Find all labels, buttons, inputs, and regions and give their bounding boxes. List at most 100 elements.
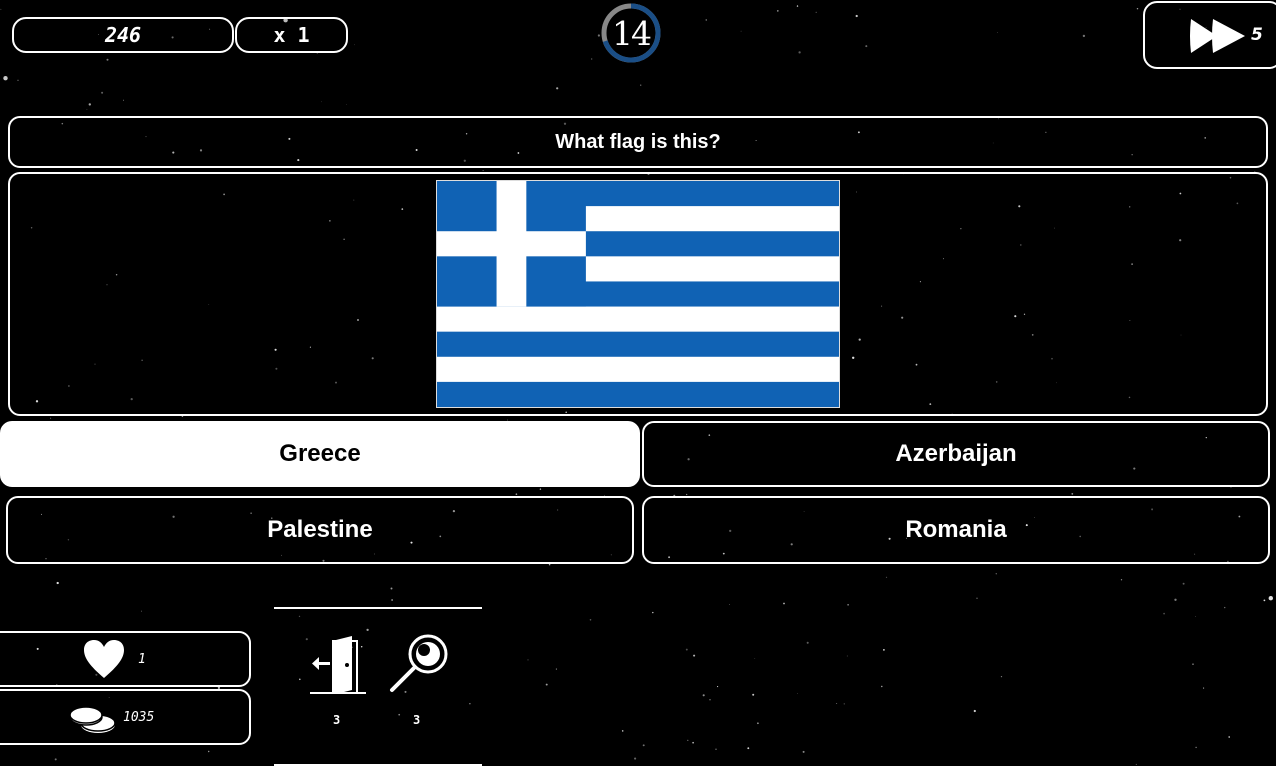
- star: [391, 599, 393, 601]
- answer-label: Romania: [905, 516, 1007, 543]
- star: [705, 19, 707, 21]
- star: [591, 58, 593, 60]
- star: [752, 693, 755, 696]
- star: [1192, 663, 1194, 665]
- star: [390, 587, 393, 590]
- star: [0, 8, 2, 10]
- star: [797, 693, 799, 695]
- star: [885, 576, 888, 578]
- star: [709, 698, 711, 701]
- star: [1163, 612, 1165, 615]
- star: [815, 11, 817, 14]
- star: [855, 14, 858, 18]
- star: [1263, 599, 1266, 602]
- score-value: 246: [104, 23, 142, 47]
- multiplier-value: x 1: [273, 23, 310, 47]
- star: [783, 602, 785, 605]
- star: [298, 615, 301, 618]
- star: [1268, 596, 1274, 601]
- star: [366, 628, 369, 632]
- star: [88, 103, 91, 106]
- star: [1195, 746, 1197, 749]
- star: [548, 563, 551, 566]
- score-display: 246: [12, 17, 234, 53]
- star: [398, 713, 401, 716]
- fast-forward-icon: [1190, 19, 1245, 53]
- star: [640, 84, 642, 86]
- star: [1135, 763, 1137, 765]
- star: [54, 758, 57, 761]
- star: [1082, 34, 1086, 38]
- greece-flag-image: [436, 180, 840, 408]
- star: [589, 619, 592, 621]
- star: [56, 581, 59, 585]
- exit-powerup-count: 3: [333, 713, 341, 727]
- star: [729, 604, 730, 605]
- magnifier-icon: [390, 634, 448, 692]
- star: [1136, 7, 1139, 10]
- star: [527, 659, 529, 661]
- game-screen: 246 x 1 14 5 What flag is this? Greece A…: [0, 0, 1276, 766]
- countdown-timer: 14: [600, 2, 662, 64]
- star: [687, 739, 689, 742]
- star: [556, 87, 559, 90]
- star: [140, 610, 143, 612]
- star: [1174, 598, 1177, 601]
- star: [995, 573, 997, 575]
- star: [1203, 687, 1205, 689]
- star: [346, 104, 348, 105]
- star: [847, 603, 849, 606]
- star: [555, 668, 557, 670]
- star: [806, 641, 809, 644]
- exit-powerup-button[interactable]: [306, 632, 368, 698]
- star: [836, 702, 838, 704]
- magnifier-powerup-button[interactable]: [386, 632, 450, 696]
- answer-button-3[interactable]: Palestine: [6, 496, 634, 564]
- skip-button[interactable]: 5: [1143, 1, 1276, 69]
- answer-label: Azerbaijan: [895, 440, 1017, 467]
- star: [754, 658, 756, 660]
- star: [1228, 736, 1231, 738]
- star: [1195, 616, 1197, 617]
- star: [515, 493, 518, 496]
- star: [652, 611, 654, 614]
- star: [692, 741, 694, 744]
- star: [702, 694, 705, 697]
- star: [3, 76, 8, 81]
- star: [776, 10, 779, 12]
- star: [846, 655, 848, 657]
- star: [747, 747, 750, 750]
- lives-value: 1: [138, 652, 146, 667]
- star: [802, 750, 805, 753]
- answer-button-2[interactable]: Azerbaijan: [642, 421, 1270, 487]
- star: [321, 101, 322, 103]
- star: [545, 683, 548, 686]
- star: [123, 99, 125, 101]
- star: [717, 686, 719, 688]
- multiplier-display: x 1: [235, 17, 348, 53]
- star: [101, 91, 104, 94]
- star: [482, 170, 484, 171]
- magnifier-powerup-count: 3: [413, 713, 421, 727]
- star: [634, 757, 637, 760]
- star: [1071, 493, 1074, 495]
- star: [17, 79, 19, 81]
- star: [883, 649, 885, 651]
- star: [843, 703, 845, 705]
- star: [642, 744, 645, 747]
- answer-button-4[interactable]: Romania: [642, 496, 1270, 564]
- star: [207, 750, 210, 753]
- star: [299, 678, 301, 681]
- skip-count: 5: [1251, 25, 1263, 45]
- star: [715, 748, 717, 750]
- star: [865, 45, 868, 48]
- star: [469, 703, 471, 705]
- star: [973, 709, 976, 713]
- powerup-top-divider: [274, 607, 482, 609]
- star: [757, 722, 759, 725]
- star: [796, 5, 799, 7]
- heart-icon: [84, 640, 124, 678]
- answer-button-1[interactable]: Greece: [0, 421, 640, 487]
- star: [997, 32, 999, 33]
- star: [976, 597, 978, 599]
